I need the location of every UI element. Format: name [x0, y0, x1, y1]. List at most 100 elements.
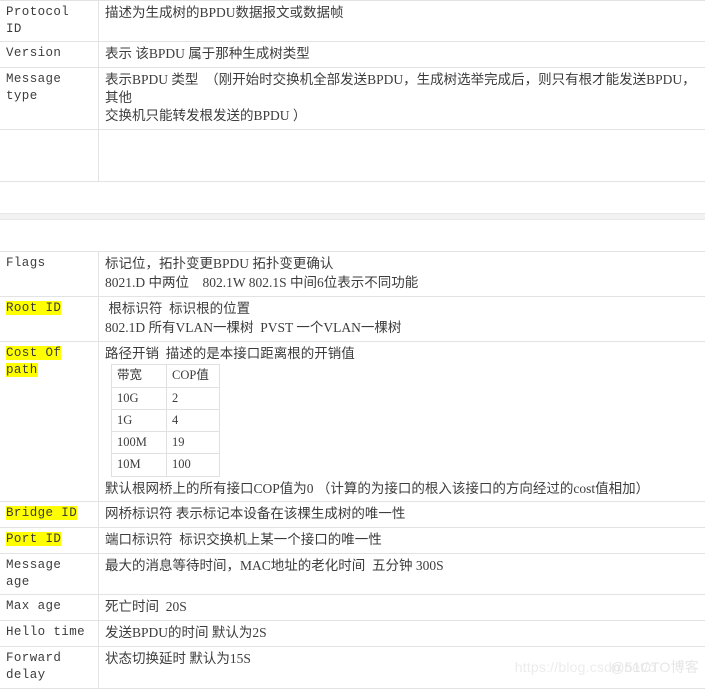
field-description-cell-empty [99, 130, 705, 182]
table-row: Max age 死亡时间 20S [0, 595, 705, 621]
field-name-label: Max age [6, 598, 92, 615]
highlight-marker: path [6, 363, 38, 377]
field-description-cell: 死亡时间 20S [99, 595, 705, 621]
subtable-cell-bandwidth: 10G [112, 387, 167, 409]
section-gap-lower [0, 220, 705, 251]
subtable-cell-cop: 19 [167, 432, 220, 454]
description-line: 最大的消息等待时间，MAC地址的老化时间 五分钟 300S [105, 557, 699, 575]
description-line: 标记位，拓扑变更BPDU 拓扑变更确认 [105, 255, 699, 273]
field-description-cell: 最大的消息等待时间，MAC地址的老化时间 五分钟 300S [99, 554, 705, 595]
bpdu-fields-table-lower: Flags 标记位，拓扑变更BPDU 拓扑变更确认 8021.D 中两位 802… [0, 251, 705, 688]
field-name-label: Version [6, 45, 92, 62]
description-line: 端口标识符 标识交换机上某一个接口的唯一性 [105, 531, 699, 549]
field-description-cell: 表示BPDU 类型 （刚开始时交换机全部发送BPDU，生成树选举完成后，则只有根… [99, 67, 705, 129]
field-name-cell: Message age [0, 554, 99, 595]
bandwidth-cost-subtable: 带宽 COP值 10G 2 1G 4 [111, 364, 220, 476]
field-name-label-line1: Message [6, 71, 92, 88]
upper-table-body: Protocol ID 描述为生成树的BPDU数据报文或数据帧 Version … [0, 1, 705, 182]
field-name-cell-empty [0, 130, 99, 182]
bpdu-fields-table-upper: Protocol ID 描述为生成树的BPDU数据报文或数据帧 Version … [0, 0, 705, 182]
field-description-cell: 网桥标识符 表示标记本设备在该棵生成树的唯一性 [99, 502, 705, 528]
field-name-cell: Message type [0, 67, 99, 129]
description-line: 网桥标识符 表示标记本设备在该棵生成树的唯一性 [105, 505, 699, 523]
field-name-cell: Root ID [0, 296, 99, 341]
field-description-cell: 路径开销 描述的是本接口距离根的开销值 带宽 COP值 10G 2 [99, 341, 705, 502]
subtable-row: 100M 19 [112, 432, 220, 454]
field-description-cell: 发送BPDU的时间 默认为2S [99, 620, 705, 646]
field-name-cell: Cost Of path [0, 341, 99, 502]
section-divider [0, 213, 705, 220]
field-name-label: Flags [6, 255, 92, 272]
field-name-label-line2: type [6, 88, 92, 105]
description-line: 描述为生成树的BPDU数据报文或数据帧 [105, 4, 699, 22]
field-name-cell: Port ID [0, 528, 99, 554]
table-row: Flags 标记位，拓扑变更BPDU 拓扑变更确认 8021.D 中两位 802… [0, 252, 705, 297]
subtable-header-cop: COP值 [167, 365, 220, 387]
table-row: Forward delay 状态切换延时 默认为15S [0, 646, 705, 688]
field-name-label: Message age [6, 557, 92, 590]
description-line: 交换机只能转发根发送的BPDU ） [105, 107, 699, 125]
field-description-cell: 根标识符 标识根的位置 802.1D 所有VLAN一棵树 PVST 一个VLAN… [99, 296, 705, 341]
field-description-cell: 标记位，拓扑变更BPDU 拓扑变更确认 8021.D 中两位 802.1W 80… [99, 252, 705, 297]
description-line: 状态切换延时 默认为15S [105, 650, 699, 668]
subtable-header-row: 带宽 COP值 [112, 365, 220, 387]
subtable-header-bandwidth: 带宽 [112, 365, 167, 387]
description-line: 路径开销 描述的是本接口距离根的开销值 [105, 345, 699, 363]
description-line: 表示BPDU 类型 （刚开始时交换机全部发送BPDU，生成树选举完成后，则只有根… [105, 71, 699, 107]
subtable-row: 10G 2 [112, 387, 220, 409]
table-row: Bridge ID 网桥标识符 表示标记本设备在该棵生成树的唯一性 [0, 502, 705, 528]
table-row: Cost Of path 路径开销 描述的是本接口距离根的开销值 带宽 COP值… [0, 341, 705, 502]
field-name-label-line1: Cost Of [6, 345, 92, 362]
table-row: Hello time 发送BPDU的时间 默认为2S [0, 620, 705, 646]
lower-table-body: Flags 标记位，拓扑变更BPDU 拓扑变更确认 8021.D 中两位 802… [0, 252, 705, 688]
description-line: 根标识符 标识根的位置 [105, 300, 699, 318]
field-name-label-wrapper: Root ID [6, 300, 92, 317]
subtable-cell-bandwidth: 10M [112, 454, 167, 476]
description-line: 发送BPDU的时间 默认为2S [105, 624, 699, 642]
table-row: Message type 表示BPDU 类型 （刚开始时交换机全部发送BPDU，… [0, 67, 705, 129]
cost-of-path-note: 默认根网桥上的所有接口COP值为0 （计算的为接口的根入该接口的方向经过的cos… [105, 480, 699, 498]
subtable-row: 1G 4 [112, 409, 220, 431]
field-name-label: Protocol ID [6, 4, 92, 37]
field-name-cell: Hello time [0, 620, 99, 646]
field-name-cell: Flags [0, 252, 99, 297]
section-gap [0, 182, 705, 213]
highlight-marker: Cost Of [6, 346, 61, 360]
field-name-cell: Max age [0, 595, 99, 621]
subtable-body: 带宽 COP值 10G 2 1G 4 [112, 365, 220, 476]
field-description-cell: 状态切换延时 默认为15S [99, 646, 705, 688]
table-row: Root ID 根标识符 标识根的位置 802.1D 所有VLAN一棵树 PVS… [0, 296, 705, 341]
field-name-cell: Bridge ID [0, 502, 99, 528]
field-name-label-line2: path [6, 362, 92, 379]
spanning-tree-bpdu-field-document: Protocol ID 描述为生成树的BPDU数据报文或数据帧 Version … [0, 0, 705, 689]
field-name-label-wrapper: Bridge ID [6, 505, 92, 522]
highlight-marker: Port ID [6, 532, 61, 546]
table-row: Protocol ID 描述为生成树的BPDU数据报文或数据帧 [0, 1, 705, 42]
field-description-cell: 端口标识符 标识交换机上某一个接口的唯一性 [99, 528, 705, 554]
highlight-marker: Bridge ID [6, 506, 77, 520]
subtable-cell-cop: 2 [167, 387, 220, 409]
description-line: 802.1D 所有VLAN一棵树 PVST 一个VLAN一棵树 [105, 319, 699, 337]
field-name-label-line1: Forward [6, 650, 92, 667]
table-row: Version 表示 该BPDU 属于那种生成树类型 [0, 42, 705, 68]
table-row: Message age 最大的消息等待时间，MAC地址的老化时间 五分钟 300… [0, 554, 705, 595]
subtable-cell-cop: 4 [167, 409, 220, 431]
subtable-cell-cop: 100 [167, 454, 220, 476]
subtable-row: 10M 100 [112, 454, 220, 476]
field-name-label-line2: delay [6, 667, 92, 684]
description-line: 表示 该BPDU 属于那种生成树类型 [105, 45, 699, 63]
description-line: 死亡时间 20S [105, 598, 699, 616]
field-description-cell: 描述为生成树的BPDU数据报文或数据帧 [99, 1, 705, 42]
highlight-marker: Root ID [6, 301, 61, 315]
field-name-label-wrapper: Port ID [6, 531, 92, 548]
description-line: 8021.D 中两位 802.1W 802.1S 中间6位表示不同功能 [105, 274, 699, 292]
subtable-cell-bandwidth: 1G [112, 409, 167, 431]
table-row: Port ID 端口标识符 标识交换机上某一个接口的唯一性 [0, 528, 705, 554]
field-name-label: Hello time [6, 624, 92, 641]
field-name-cell: Forward delay [0, 646, 99, 688]
field-description-cell: 表示 该BPDU 属于那种生成树类型 [99, 42, 705, 68]
table-row-empty [0, 130, 705, 182]
field-name-cell: Version [0, 42, 99, 68]
field-name-cell: Protocol ID [0, 1, 99, 42]
subtable-cell-bandwidth: 100M [112, 432, 167, 454]
